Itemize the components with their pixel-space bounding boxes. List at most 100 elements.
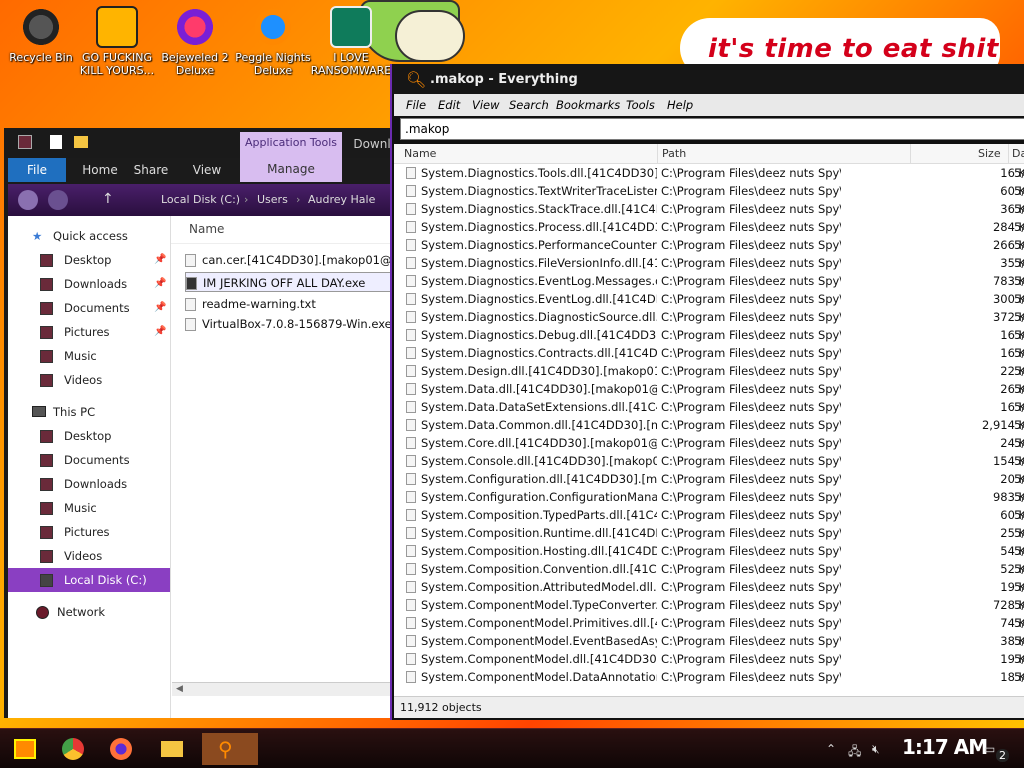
desktop-icon-peggle[interactable]: Peggle Nights Deluxe <box>232 6 314 77</box>
tray-chevron-icon[interactable]: ⌃ <box>826 742 836 756</box>
menu-edit[interactable]: Edit <box>438 98 460 112</box>
desktop-icon-kill[interactable]: GO FUCKING KILL YOURS... <box>76 6 158 77</box>
column-header-size[interactable]: Size <box>978 147 1001 160</box>
notification-icon[interactable]: ▭ <box>984 742 995 756</box>
column-divider[interactable] <box>910 144 911 164</box>
tab-file[interactable]: File <box>8 158 66 182</box>
nav-quick-downloads[interactable]: Downloads 📌 <box>8 273 170 295</box>
result-row[interactable]: System.ComponentModel.DataAnnotations.dl… <box>394 668 1024 686</box>
result-row[interactable]: System.Composition.Runtime.dll.[41C4DD30… <box>394 524 1024 542</box>
desktop-icon-bejeweled[interactable]: Bejeweled 2 Deluxe <box>154 6 236 77</box>
up-arrow-icon[interactable]: ↑ <box>102 191 114 207</box>
file-item[interactable]: VirtualBox-7.0.8-156879-Win.exe.[41C... <box>185 314 395 334</box>
menu-search[interactable]: Search <box>509 98 549 112</box>
nav-pc-pictures[interactable]: Pictures <box>8 521 170 543</box>
search-input[interactable]: .makop <box>400 118 1024 140</box>
result-row[interactable]: System.Diagnostics.EventLog.Messages.dll… <box>394 272 1024 290</box>
result-row[interactable]: System.ComponentModel.EventBasedAsync.d.… <box>394 632 1024 650</box>
result-row[interactable]: System.ComponentModel.dll.[41C4DD30].[ma… <box>394 650 1024 668</box>
menu-file[interactable]: File <box>406 98 426 112</box>
menu-view[interactable]: View <box>472 98 500 112</box>
file-item[interactable]: can.cer.[41C4DD30].[makop01@exam... <box>185 250 395 270</box>
nav-pc-videos[interactable]: Videos <box>8 545 170 567</box>
result-row[interactable]: System.Core.dll.[41C4DD30].[makop01@exa.… <box>394 434 1024 452</box>
tab-manage[interactable]: Manage <box>240 162 342 176</box>
tab-download-tools[interactable]: Downl <box>348 132 396 156</box>
result-row[interactable]: System.Data.DataSetExtensions.dll.[41C4D… <box>394 398 1024 416</box>
result-row[interactable]: System.Diagnostics.TextWriterTraceListen… <box>394 182 1024 200</box>
nav-quick-music[interactable]: Music <box>8 345 170 367</box>
result-row[interactable]: System.Diagnostics.Process.dll.[41C4DD30… <box>394 218 1024 236</box>
tab-home[interactable]: Home <box>70 158 130 182</box>
nav-pc-desktop[interactable]: Desktop <box>8 425 170 447</box>
nav-pc-music[interactable]: Music <box>8 497 170 519</box>
menu-tools[interactable]: Tools <box>626 98 655 112</box>
result-row[interactable]: System.Diagnostics.StackTrace.dll.[41C4D… <box>394 200 1024 218</box>
taskbar-everything[interactable]: ⚲ <box>202 733 258 765</box>
desktop-icon-recycle-bin[interactable]: Recycle Bin <box>0 6 82 64</box>
result-row[interactable]: System.Data.dll.[41C4DD30].[makop01@exa.… <box>394 380 1024 398</box>
result-row[interactable]: System.Composition.TypedParts.dll.[41C4D… <box>394 506 1024 524</box>
nav-quick-documents[interactable]: Documents 📌 <box>8 297 170 319</box>
nav-network[interactable]: Network <box>8 601 170 623</box>
nav-pc-documents[interactable]: Documents <box>8 449 170 471</box>
new-folder-icon[interactable] <box>74 136 88 148</box>
nav-quick-videos[interactable]: Videos <box>8 369 170 391</box>
network-tray-icon[interactable]: 🖧︎ <box>848 742 861 763</box>
forward-button[interactable] <box>48 190 68 210</box>
breadcrumb-local-disk[interactable]: Local Disk (C:) <box>161 193 240 206</box>
result-row[interactable]: System.Configuration.dll.[41C4DD30].[mak… <box>394 470 1024 488</box>
nav-quick-access[interactable]: ★ Quick access <box>8 225 170 247</box>
horizontal-scrollbar[interactable]: ◀ <box>172 682 396 696</box>
result-row[interactable]: System.Design.dll.[41C4DD30].[makop01@ex… <box>394 362 1024 380</box>
scroll-left-icon[interactable]: ◀ <box>176 684 183 694</box>
taskbar-file-explorer[interactable] <box>154 733 190 765</box>
result-row[interactable]: System.Composition.Convention.dll.[41C4D… <box>394 560 1024 578</box>
address-bar[interactable]: ↑ Local Disk (C:) › Users › Audrey Hale <box>8 184 396 216</box>
column-divider[interactable] <box>657 144 658 164</box>
taskbar-clock[interactable]: 1:17 AM <box>902 735 988 759</box>
result-row[interactable]: System.Diagnostics.FileVersionInfo.dll.[… <box>394 254 1024 272</box>
tab-view[interactable]: View <box>182 158 232 182</box>
properties-icon[interactable] <box>50 135 62 149</box>
breadcrumb-audrey-hale[interactable]: Audrey Hale <box>308 193 375 206</box>
volume-muted-icon[interactable]: 🔇︎ <box>872 742 880 757</box>
nav-quick-desktop[interactable]: Desktop 📌 <box>8 249 170 271</box>
result-row[interactable]: System.ComponentModel.Primitives.dll.[41… <box>394 614 1024 632</box>
column-header-path[interactable]: Path <box>662 147 686 160</box>
file-item-selected[interactable]: IM JERKING OFF ALL DAY.exe <box>185 272 395 292</box>
tab-share[interactable]: Share <box>124 158 178 182</box>
menu-help[interactable]: Help <box>667 98 693 112</box>
result-row[interactable]: System.Diagnostics.Tools.dll.[41C4DD30].… <box>394 164 1024 182</box>
taskbar-chrome[interactable] <box>56 733 92 765</box>
back-button[interactable] <box>18 190 38 210</box>
desktop-icon-ransomware[interactable]: I LOVE RANSOMWARE <box>310 6 392 77</box>
file-item[interactable]: readme-warning.txt <box>185 294 395 314</box>
result-row[interactable]: System.Diagnostics.Contracts.dll.[41C4DD… <box>394 344 1024 362</box>
result-row[interactable]: System.Diagnostics.EventLog.dll.[41C4DD3… <box>394 290 1024 308</box>
result-row[interactable]: System.Composition.AttributedModel.dll.[… <box>394 578 1024 596</box>
file-icon <box>406 671 416 683</box>
column-header-name[interactable]: Name <box>404 147 436 160</box>
start-button[interactable] <box>8 733 44 765</box>
column-header-date[interactable]: Da <box>1012 147 1024 160</box>
result-row[interactable]: System.Diagnostics.PerformanceCounter.dl… <box>394 236 1024 254</box>
result-row[interactable]: System.Configuration.ConfigurationManage… <box>394 488 1024 506</box>
quick-access-toolbar-icon[interactable] <box>18 135 32 149</box>
column-divider[interactable] <box>1008 144 1009 164</box>
nav-local-disk[interactable]: Local Disk (C:) <box>8 568 170 592</box>
nav-quick-pictures[interactable]: Pictures 📌 <box>8 321 170 343</box>
menu-bookmarks[interactable]: Bookmarks <box>556 98 620 112</box>
taskbar-firefox[interactable] <box>104 733 140 765</box>
result-row[interactable]: System.Data.Common.dll.[41C4DD30].[makop… <box>394 416 1024 434</box>
result-row[interactable]: System.Diagnostics.Debug.dll.[41C4DD30].… <box>394 326 1024 344</box>
result-row[interactable]: System.ComponentModel.TypeConverter.dll.… <box>394 596 1024 614</box>
column-header-name[interactable]: Name <box>189 222 224 236</box>
result-row[interactable]: System.Composition.Hosting.dll.[41C4DD30… <box>394 542 1024 560</box>
nav-this-pc[interactable]: This PC <box>8 401 170 423</box>
result-row[interactable]: System.Diagnostics.DiagnosticSource.dll.… <box>394 308 1024 326</box>
nav-pc-downloads[interactable]: Downloads <box>8 473 170 495</box>
result-row[interactable]: System.Console.dll.[41C4DD30].[makop01@e… <box>394 452 1024 470</box>
breadcrumb-users[interactable]: Users <box>257 193 288 206</box>
result-date: 5/1 <box>1014 400 1024 414</box>
